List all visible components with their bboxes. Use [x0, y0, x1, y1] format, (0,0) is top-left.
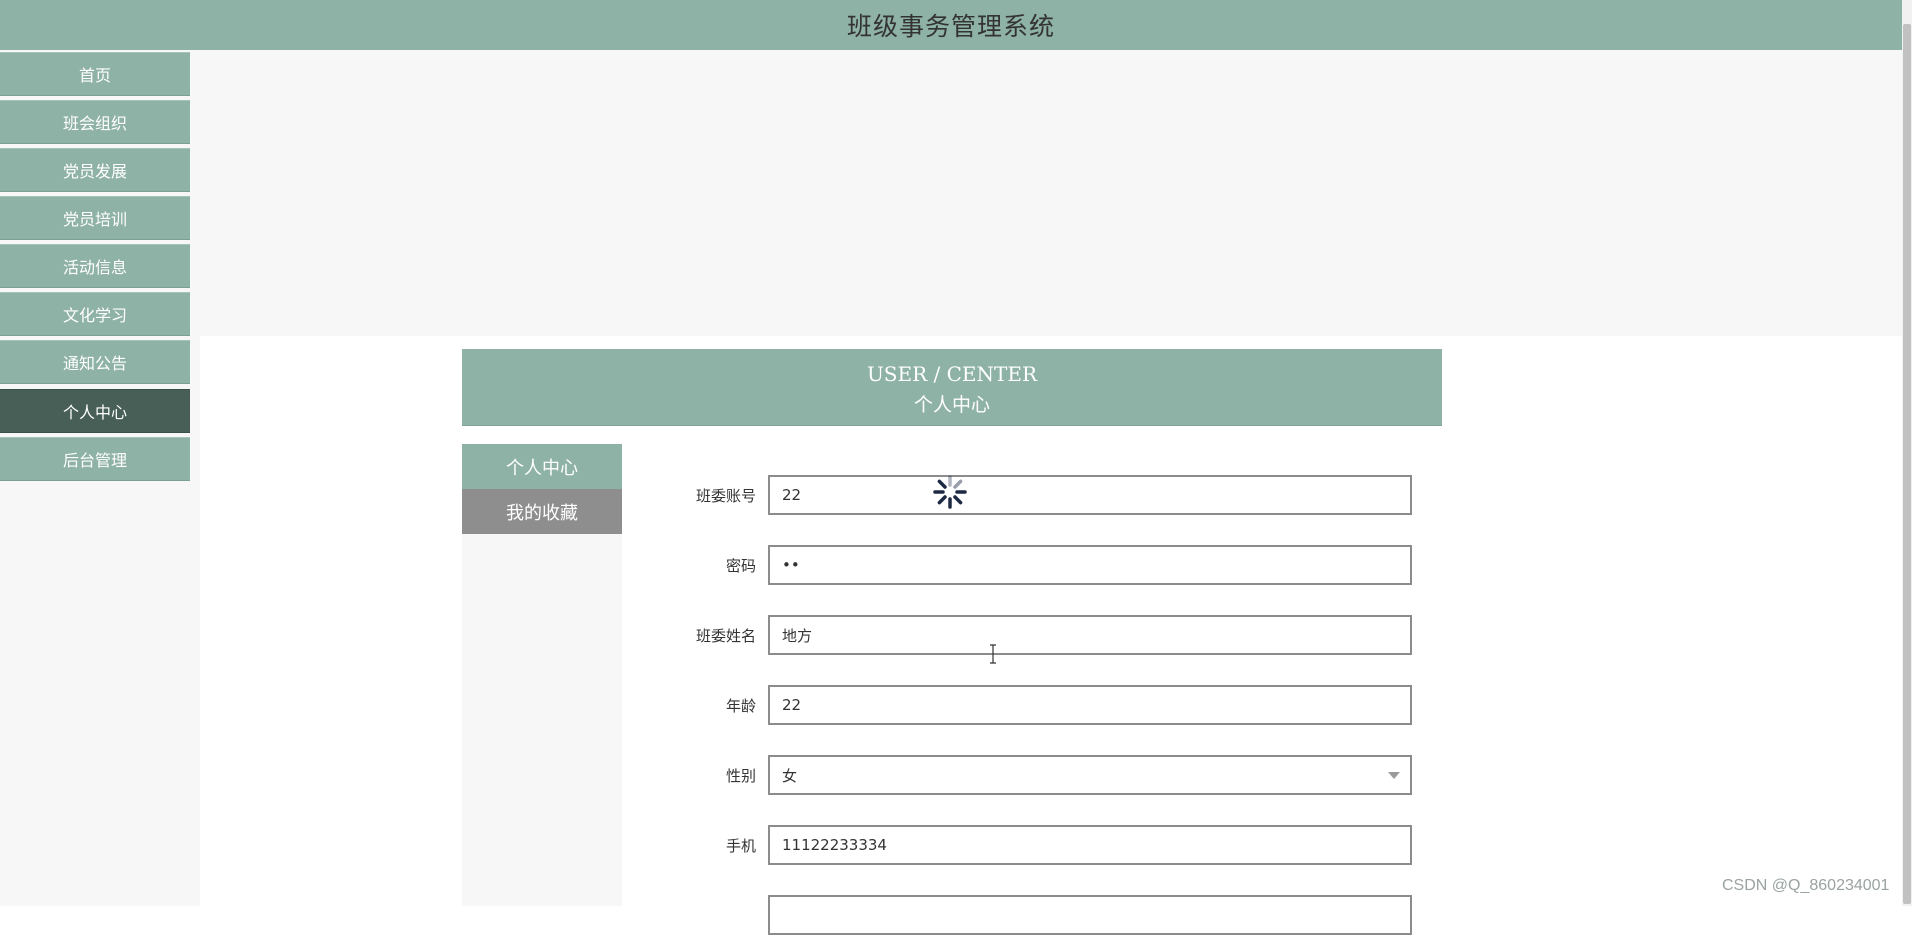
- user-center-title-en: USER / CENTER: [866, 362, 1038, 386]
- watermark: CSDN @Q_860234001: [1722, 877, 1890, 894]
- form-row-name: 班委姓名 地方: [660, 615, 1412, 655]
- chevron-down-icon: [1388, 772, 1400, 779]
- user-center-title-zh: 个人中心: [913, 394, 990, 416]
- password-input[interactable]: ••: [768, 545, 1412, 585]
- form-row-account: 班委账号 22: [660, 475, 1412, 515]
- tab-personal-center[interactable]: 个人中心: [462, 444, 622, 489]
- sidebar-item-admin[interactable]: 后台管理: [0, 437, 190, 481]
- form-row-gender: 性别 女: [660, 755, 1412, 795]
- sidebar-item-member-training[interactable]: 党员培训: [0, 196, 190, 240]
- form-row-password: 密码 ••: [660, 545, 1412, 585]
- gender-label: 性别: [725, 766, 756, 785]
- user-center-header: USER / CENTER 个人中心: [462, 349, 1442, 426]
- password-label: 密码: [725, 556, 756, 575]
- phone-label: 手机: [725, 836, 756, 855]
- loading-spinner-icon: [933, 475, 967, 509]
- banner-area: [200, 50, 1902, 336]
- next-input[interactable]: [768, 895, 1412, 935]
- age-input[interactable]: 22: [768, 685, 1412, 725]
- sidebar-item-culture-study[interactable]: 文化学习: [0, 292, 190, 336]
- form-row-next: [660, 895, 1412, 935]
- gender-value: 女: [782, 766, 798, 785]
- scrollbar-thumb[interactable]: [1903, 24, 1911, 904]
- name-label: 班委姓名: [695, 626, 756, 645]
- phone-input[interactable]: 11122233334: [768, 825, 1412, 865]
- sidebar-item-personal-center[interactable]: 个人中心: [0, 389, 190, 433]
- account-label: 班委账号: [695, 486, 756, 505]
- sidebar-item-notices[interactable]: 通知公告: [0, 340, 190, 384]
- app-title: 班级事务管理系统: [846, 12, 1055, 41]
- sidebar-item-member-development[interactable]: 党员发展: [0, 148, 190, 192]
- user-center-tabs: 个人中心 我的收藏: [462, 444, 622, 906]
- sidebar-item-activity-info[interactable]: 活动信息: [0, 244, 190, 288]
- age-label: 年龄: [725, 696, 756, 715]
- name-input[interactable]: 地方: [768, 615, 1412, 655]
- account-input[interactable]: 22: [768, 475, 1412, 515]
- sidebar-item-class-meeting[interactable]: 班会组织: [0, 100, 190, 144]
- top-header: 班级事务管理系统: [0, 0, 1902, 51]
- text-cursor-icon: [990, 644, 996, 664]
- form-row-phone: 手机 11122233334: [660, 825, 1412, 865]
- gender-select[interactable]: 女: [768, 755, 1412, 795]
- sidebar-item-home[interactable]: 首页: [0, 52, 190, 96]
- page-scrollbar[interactable]: [1902, 0, 1912, 906]
- tab-my-favorites[interactable]: 我的收藏: [462, 489, 622, 534]
- form-row-age: 年龄 22: [660, 685, 1412, 725]
